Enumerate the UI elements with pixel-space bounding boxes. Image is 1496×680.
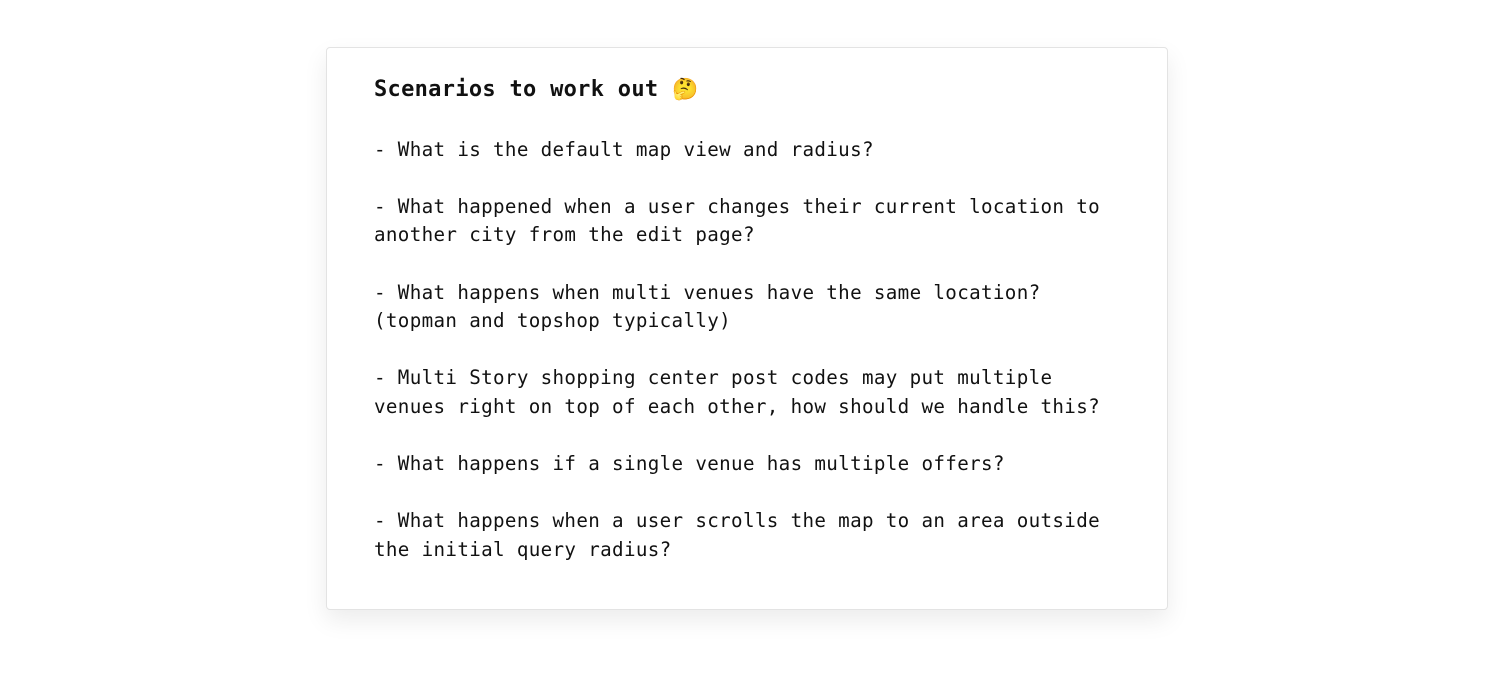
- thinking-face-icon: 🤔: [672, 77, 699, 101]
- list-item: - What happens when a user scrolls the m…: [374, 509, 1112, 561]
- note-title: Scenarios to work out 🤔: [374, 72, 1134, 107]
- list-item: - Multi Story shopping center post codes…: [374, 366, 1101, 418]
- note-content: Scenarios to work out 🤔 - What is the de…: [374, 72, 1134, 565]
- list-item: - What is the default map view and radiu…: [374, 137, 874, 161]
- list-item: - What happened when a user changes thei…: [374, 194, 1112, 247]
- note-title-text: Scenarios to work out: [374, 77, 659, 102]
- list-item: - What happens if a single venue has mul…: [374, 452, 1005, 476]
- note-card: Scenarios to work out 🤔 - What is the de…: [326, 47, 1168, 610]
- list-item: - What happens when multi venues have th…: [374, 280, 1053, 333]
